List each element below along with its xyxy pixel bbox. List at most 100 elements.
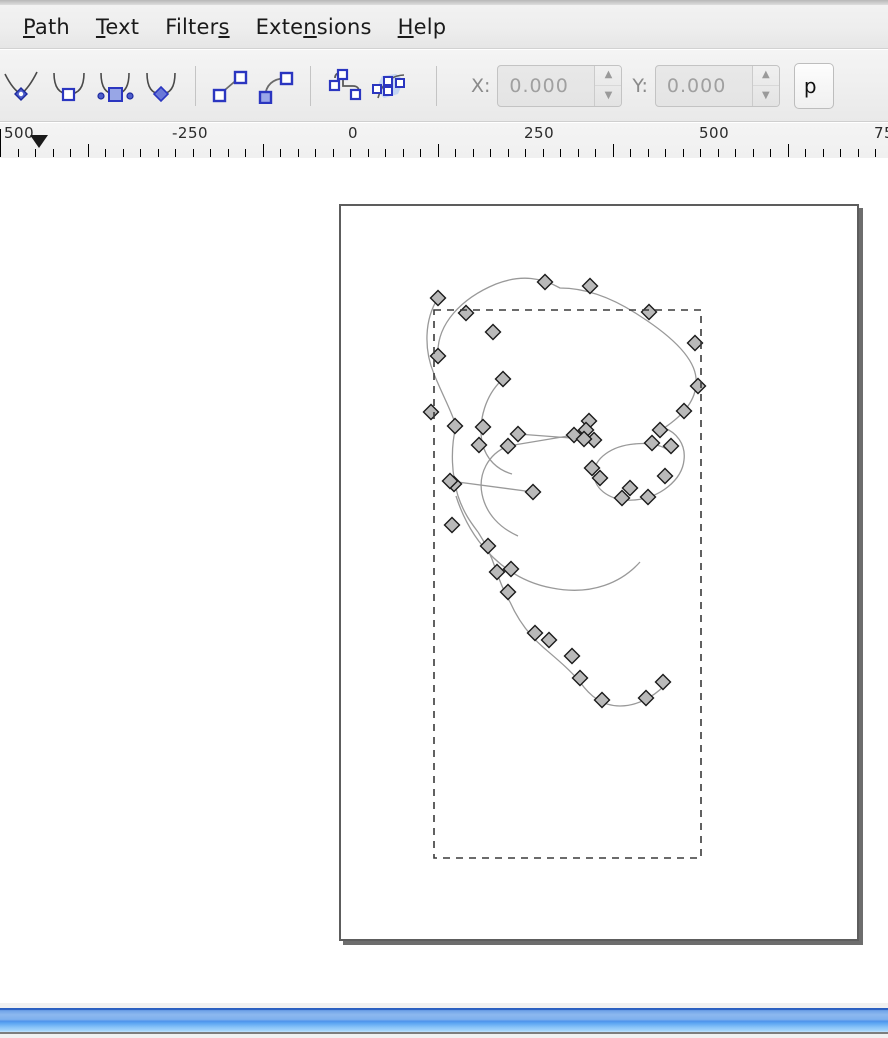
ruler-tick <box>123 149 124 157</box>
ruler-tick <box>648 149 649 157</box>
horizontal-ruler[interactable]: 500-250025050075 <box>0 123 888 159</box>
menu-bar: Path Text Filters Extensions Help <box>0 5 888 49</box>
path-node-handle[interactable] <box>526 624 544 642</box>
selected-path[interactable] <box>426 277 697 707</box>
node-symmetric-icon[interactable] <box>92 63 138 109</box>
ruler-tick <box>543 149 544 157</box>
path-node-handle[interactable] <box>484 323 502 341</box>
y-label: Y: <box>632 74 648 97</box>
segment-line-icon[interactable] <box>207 63 253 109</box>
ruler-tick <box>333 149 334 157</box>
ruler-tick <box>105 149 106 157</box>
path-node-handle[interactable] <box>540 631 558 649</box>
ruler-tick <box>420 149 421 157</box>
path-node-handle[interactable] <box>446 417 464 435</box>
y-input[interactable]: 0.000 ▲ ▼ <box>654 64 780 107</box>
path-node-handle[interactable] <box>443 516 461 534</box>
ruler-label: 0 <box>348 124 359 142</box>
unit-select[interactable]: p <box>793 62 834 109</box>
path-node-handle[interactable] <box>422 403 440 421</box>
path-segment[interactable] <box>437 277 697 429</box>
path-node-handle[interactable] <box>639 488 657 506</box>
ruler-tick <box>560 149 561 157</box>
path-node-handle[interactable] <box>429 289 447 307</box>
ruler-tick <box>578 149 579 157</box>
node-auto-icon[interactable] <box>138 63 184 109</box>
toolbar-separator-1 <box>195 65 196 106</box>
path-node-handle[interactable] <box>656 467 674 485</box>
path-node-handle[interactable] <box>643 434 661 452</box>
ruler-tick <box>683 149 684 157</box>
ruler-tick <box>403 149 404 157</box>
path-node-handle[interactable] <box>509 425 527 443</box>
ruler-tick <box>385 149 386 157</box>
ruler-tick <box>0 129 1 157</box>
path-segment[interactable] <box>480 445 519 537</box>
menu-item-filters[interactable]: Filters <box>152 13 242 41</box>
menu-item-path[interactable]: Path <box>10 13 83 41</box>
ruler-label: 75 <box>874 124 888 142</box>
path-node-handle[interactable] <box>662 437 680 455</box>
selection-bounding-box <box>433 309 702 859</box>
ruler-tick <box>700 149 701 157</box>
path-node-handle[interactable] <box>474 418 492 436</box>
ruler-tick <box>455 149 456 157</box>
ruler-tick <box>350 149 351 157</box>
path-node-handle[interactable] <box>651 421 669 439</box>
path-node-handle[interactable] <box>488 563 506 581</box>
ruler-tick <box>840 149 841 157</box>
ruler-tick <box>858 149 859 157</box>
path-node-handle[interactable] <box>654 673 672 691</box>
x-value: 0.000 <box>509 74 569 97</box>
menu-item-text[interactable]: Text <box>83 13 152 41</box>
path-node-handle[interactable] <box>536 273 554 291</box>
ruler-tick <box>53 149 54 157</box>
object-to-path-icon[interactable] <box>322 63 368 109</box>
drawing-canvas[interactable] <box>0 158 888 1003</box>
ruler-tick <box>525 149 526 157</box>
ruler-tick <box>368 149 369 157</box>
path-node-handle[interactable] <box>640 303 658 321</box>
stroke-to-path-icon[interactable] <box>368 63 414 109</box>
ruler-tick <box>210 149 211 157</box>
path-node-handle[interactable] <box>571 669 589 687</box>
ruler-tick <box>228 149 229 157</box>
ruler-tick <box>875 149 876 157</box>
ruler-tick <box>245 149 246 157</box>
ruler-tick <box>193 149 194 157</box>
ruler-tick <box>263 144 264 157</box>
path-node-handle[interactable] <box>524 483 542 501</box>
menu-item-help[interactable]: Help <box>385 13 460 41</box>
path-node-handle[interactable] <box>429 347 447 365</box>
ruler-tick <box>473 149 474 157</box>
ruler-tick <box>595 149 596 157</box>
ruler-tick <box>298 149 299 157</box>
path-node-handle[interactable] <box>457 304 475 322</box>
path-node-handle[interactable] <box>499 437 517 455</box>
path-node-handle[interactable] <box>689 377 707 395</box>
path-segment[interactable] <box>579 681 665 707</box>
path-drawing[interactable] <box>0 158 888 1003</box>
ruler-tick <box>18 149 19 157</box>
ruler-tick <box>770 149 771 157</box>
path-node-handle[interactable] <box>563 647 581 665</box>
path-node-handle[interactable] <box>637 689 655 707</box>
node-cusp-icon[interactable] <box>0 63 46 109</box>
path-segment[interactable] <box>449 480 534 493</box>
x-stepper[interactable]: ▲ ▼ <box>594 65 622 106</box>
node-smooth-icon[interactable] <box>46 63 92 109</box>
segment-curve-icon[interactable] <box>253 63 299 109</box>
horizontal-scrollbar[interactable] <box>0 1008 888 1034</box>
ruler-tick <box>613 144 614 157</box>
path-node-handle[interactable] <box>593 691 611 709</box>
menu-item-extensions[interactable]: Extensions <box>243 13 385 41</box>
ruler-label: 250 <box>524 124 555 142</box>
ruler-tick <box>140 149 141 157</box>
ruler-tick <box>735 149 736 157</box>
toolbar-separator-3 <box>436 65 437 106</box>
ruler-tick <box>805 149 806 157</box>
ruler-tick <box>175 149 176 157</box>
y-stepper[interactable]: ▲ ▼ <box>751 65 779 106</box>
tool-control-bar: X: 0.000 ▲ ▼ Y: 0.000 ▲ ▼ p <box>0 50 888 122</box>
x-input[interactable]: 0.000 ▲ ▼ <box>497 64 623 107</box>
